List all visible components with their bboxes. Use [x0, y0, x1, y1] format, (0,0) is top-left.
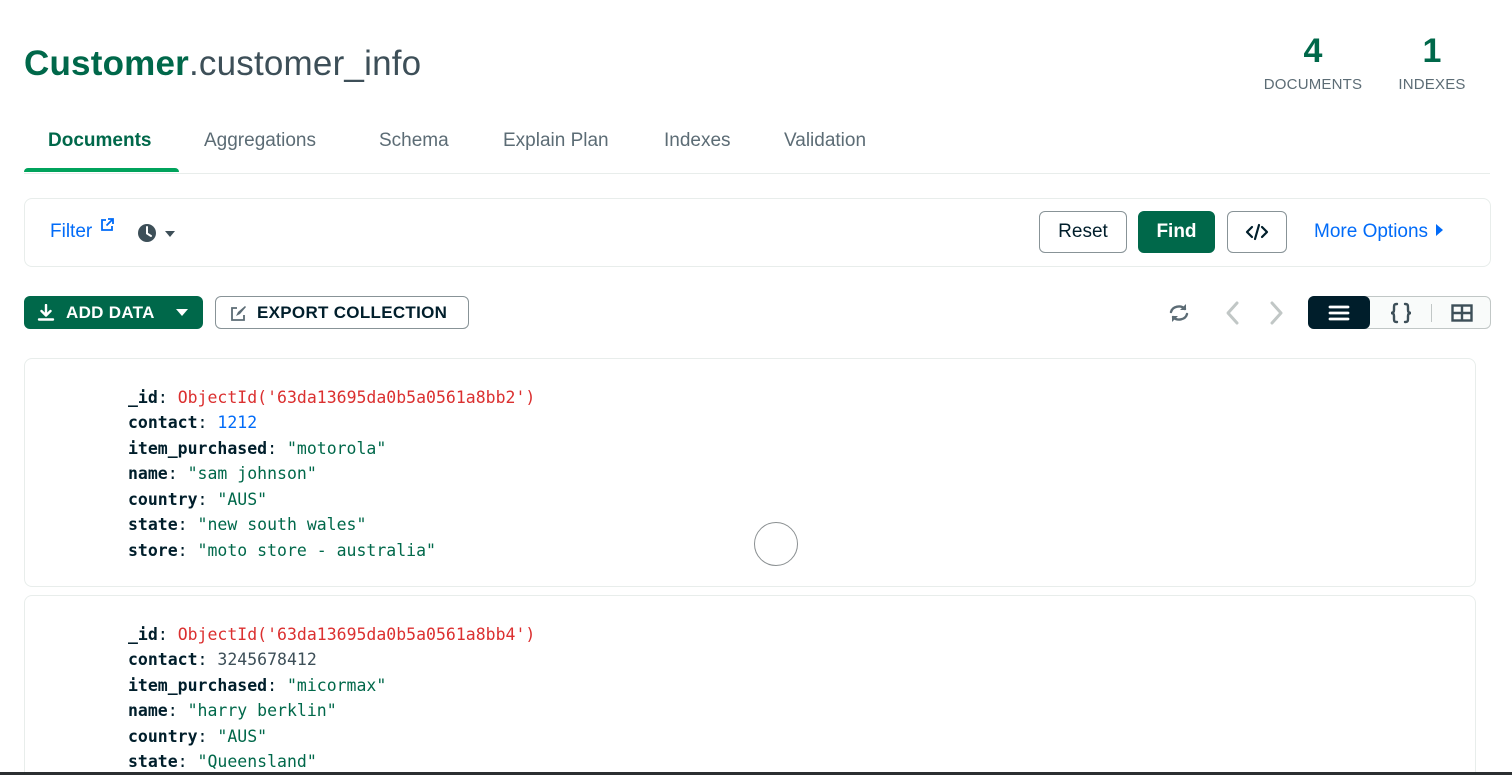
document-field: store: "moto store - australia"	[128, 541, 436, 560]
more-options-label: More Options	[1314, 221, 1429, 242]
query-history-icon[interactable]	[137, 221, 183, 245]
field-key[interactable]: item_purchased	[128, 676, 267, 695]
view-switcher	[1308, 296, 1491, 329]
active-tab-indicator	[24, 168, 179, 172]
download-icon	[37, 304, 55, 321]
documents-stat: 4 DOCUMENTS	[1256, 32, 1370, 93]
field-value[interactable]: "micormax"	[287, 676, 386, 695]
collection-title: Customer.customer_info	[24, 44, 421, 84]
field-value[interactable]: "sam johnson"	[188, 464, 317, 483]
chevron-left-icon[interactable]	[1223, 300, 1243, 326]
chevron-right-icon[interactable]	[1266, 300, 1286, 326]
document-field: item_purchased: "motorola"	[128, 439, 387, 458]
export-icon	[231, 306, 246, 321]
collection-tabs: Documents Aggregations Schema Explain Pl…	[24, 118, 1490, 174]
add-data-button[interactable]: ADD DATA	[24, 296, 203, 329]
field-value[interactable]: ObjectId('63da13695da0b5a0561a8bb4')	[178, 625, 536, 644]
table-icon	[1451, 303, 1473, 322]
document-field: _id: ObjectId('63da13695da0b5a0561a8bb4'…	[128, 625, 536, 644]
document-field: name: "harry berklin"	[128, 701, 337, 720]
field-value[interactable]: ObjectId('63da13695da0b5a0561a8bb2')	[178, 388, 536, 407]
tab-validation[interactable]: Validation	[784, 130, 866, 152]
curly-braces-icon	[1390, 302, 1412, 323]
document-field: _id: ObjectId('63da13695da0b5a0561a8bb2'…	[128, 388, 536, 407]
refresh-icon[interactable]	[1167, 301, 1191, 325]
tab-explain-plan[interactable]: Explain Plan	[503, 130, 609, 152]
indexes-label: INDEXES	[1398, 76, 1466, 93]
find-button[interactable]: Find	[1138, 211, 1215, 253]
indexes-count: 1	[1422, 32, 1442, 70]
export-to-language-button[interactable]	[1227, 211, 1287, 253]
document-field: state: "Queensland"	[128, 752, 317, 771]
reset-button[interactable]: Reset	[1039, 211, 1127, 253]
external-link-icon[interactable]	[100, 218, 114, 232]
field-value[interactable]: "AUS"	[217, 490, 267, 509]
tab-documents[interactable]: Documents	[48, 130, 151, 152]
more-options-toggle[interactable]: More Options	[1314, 221, 1444, 243]
cursor-indicator	[754, 522, 798, 566]
json-view-button[interactable]	[1371, 296, 1431, 329]
field-key[interactable]: state	[128, 515, 178, 534]
documents-label: DOCUMENTS	[1263, 76, 1363, 93]
collection-name: .customer_info	[188, 44, 422, 83]
field-key[interactable]: country	[128, 727, 198, 746]
field-key[interactable]: _id	[128, 388, 158, 407]
tab-aggregations[interactable]: Aggregations	[204, 130, 316, 152]
document-field: country: "AUS"	[128, 727, 268, 746]
field-key[interactable]: state	[128, 752, 178, 771]
document-card[interactable]: _id: ObjectId('63da13695da0b5a0561a8bb2'…	[24, 358, 1476, 587]
list-icon	[1328, 305, 1350, 320]
tab-indexes[interactable]: Indexes	[664, 130, 731, 152]
document-card[interactable]: _id: ObjectId('63da13695da0b5a0561a8bb4'…	[24, 595, 1476, 775]
indexes-stat: 1 INDEXES	[1392, 32, 1472, 93]
documents-count: 4	[1303, 32, 1323, 70]
list-view-button[interactable]	[1308, 296, 1370, 329]
field-key[interactable]: name	[128, 464, 168, 483]
field-key[interactable]: store	[128, 541, 178, 560]
field-key[interactable]: contact	[128, 413, 198, 432]
database-name[interactable]: Customer	[24, 44, 189, 83]
field-value[interactable]: "Queensland"	[198, 752, 317, 771]
field-key[interactable]: item_purchased	[128, 439, 267, 458]
code-icon	[1245, 223, 1269, 241]
document-field: contact: 3245678412	[128, 650, 317, 669]
table-view-button[interactable]	[1432, 296, 1492, 329]
caret-right-icon	[1436, 224, 1444, 236]
export-collection-button[interactable]: EXPORT COLLECTION	[215, 296, 469, 329]
document-field: name: "sam johnson"	[128, 464, 317, 483]
document-field: item_purchased: "micormax"	[128, 676, 387, 695]
field-key[interactable]: contact	[128, 650, 198, 669]
field-key[interactable]: _id	[128, 625, 158, 644]
field-value[interactable]: "motorola"	[287, 439, 386, 458]
document-field: state: "new south wales"	[128, 515, 367, 534]
field-value[interactable]: 1212	[217, 413, 257, 432]
query-bar: Filter Reset Find More Options	[24, 198, 1491, 267]
document-field: country: "AUS"	[128, 490, 268, 509]
field-value[interactable]: "new south wales"	[198, 515, 367, 534]
field-value[interactable]: "AUS"	[217, 727, 267, 746]
field-value[interactable]: "harry berklin"	[188, 701, 337, 720]
export-collection-label: EXPORT COLLECTION	[257, 303, 448, 322]
document-field: contact: 1212	[128, 413, 258, 432]
tab-schema[interactable]: Schema	[379, 130, 449, 152]
field-key[interactable]: country	[128, 490, 198, 509]
field-key[interactable]: name	[128, 701, 168, 720]
add-data-label: ADD DATA	[66, 303, 155, 322]
chevron-down-icon	[176, 309, 188, 316]
field-value[interactable]: "moto store - australia"	[198, 541, 436, 560]
field-value[interactable]: 3245678412	[217, 650, 316, 669]
filter-link[interactable]: Filter	[50, 221, 92, 243]
